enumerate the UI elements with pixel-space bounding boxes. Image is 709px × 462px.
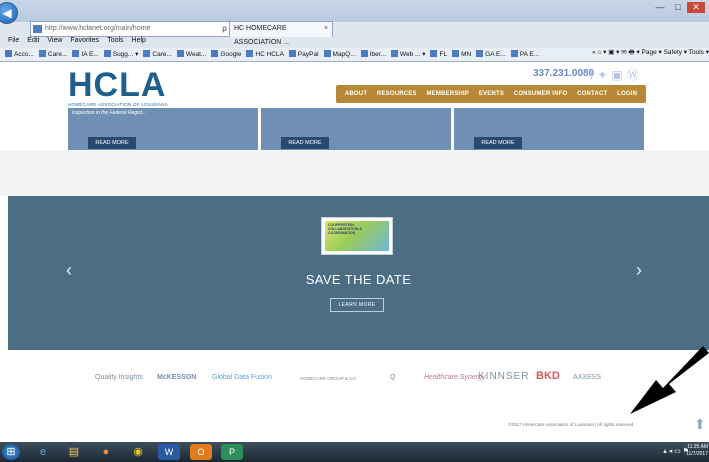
ie-icon[interactable]: e (32, 444, 54, 460)
chrome-icon[interactable]: ◉ (127, 444, 149, 460)
start-icon[interactable]: ⊞ (2, 444, 20, 460)
outlook-icon[interactable]: O (190, 444, 212, 460)
word-icon[interactable]: W (158, 444, 180, 460)
clock[interactable]: 11:25 AM 11/7/2017 (686, 444, 708, 458)
annotation-arrow-icon (630, 346, 709, 414)
firefox-icon[interactable]: ● (95, 444, 117, 460)
system-tray[interactable]: ▴ ◂ ▭ ⚑ (663, 447, 689, 455)
clock-date: 11/7/2017 (686, 451, 708, 457)
publisher-icon[interactable]: P (221, 444, 243, 460)
clock-time: 11:25 AM (687, 444, 708, 450)
explorer-icon[interactable]: ▤ (63, 444, 85, 460)
taskbar: ⊞ e ▤ ● ◉ W O P ▴ ◂ ▭ ⚑ 11:25 AM 11/7/20… (0, 442, 709, 462)
